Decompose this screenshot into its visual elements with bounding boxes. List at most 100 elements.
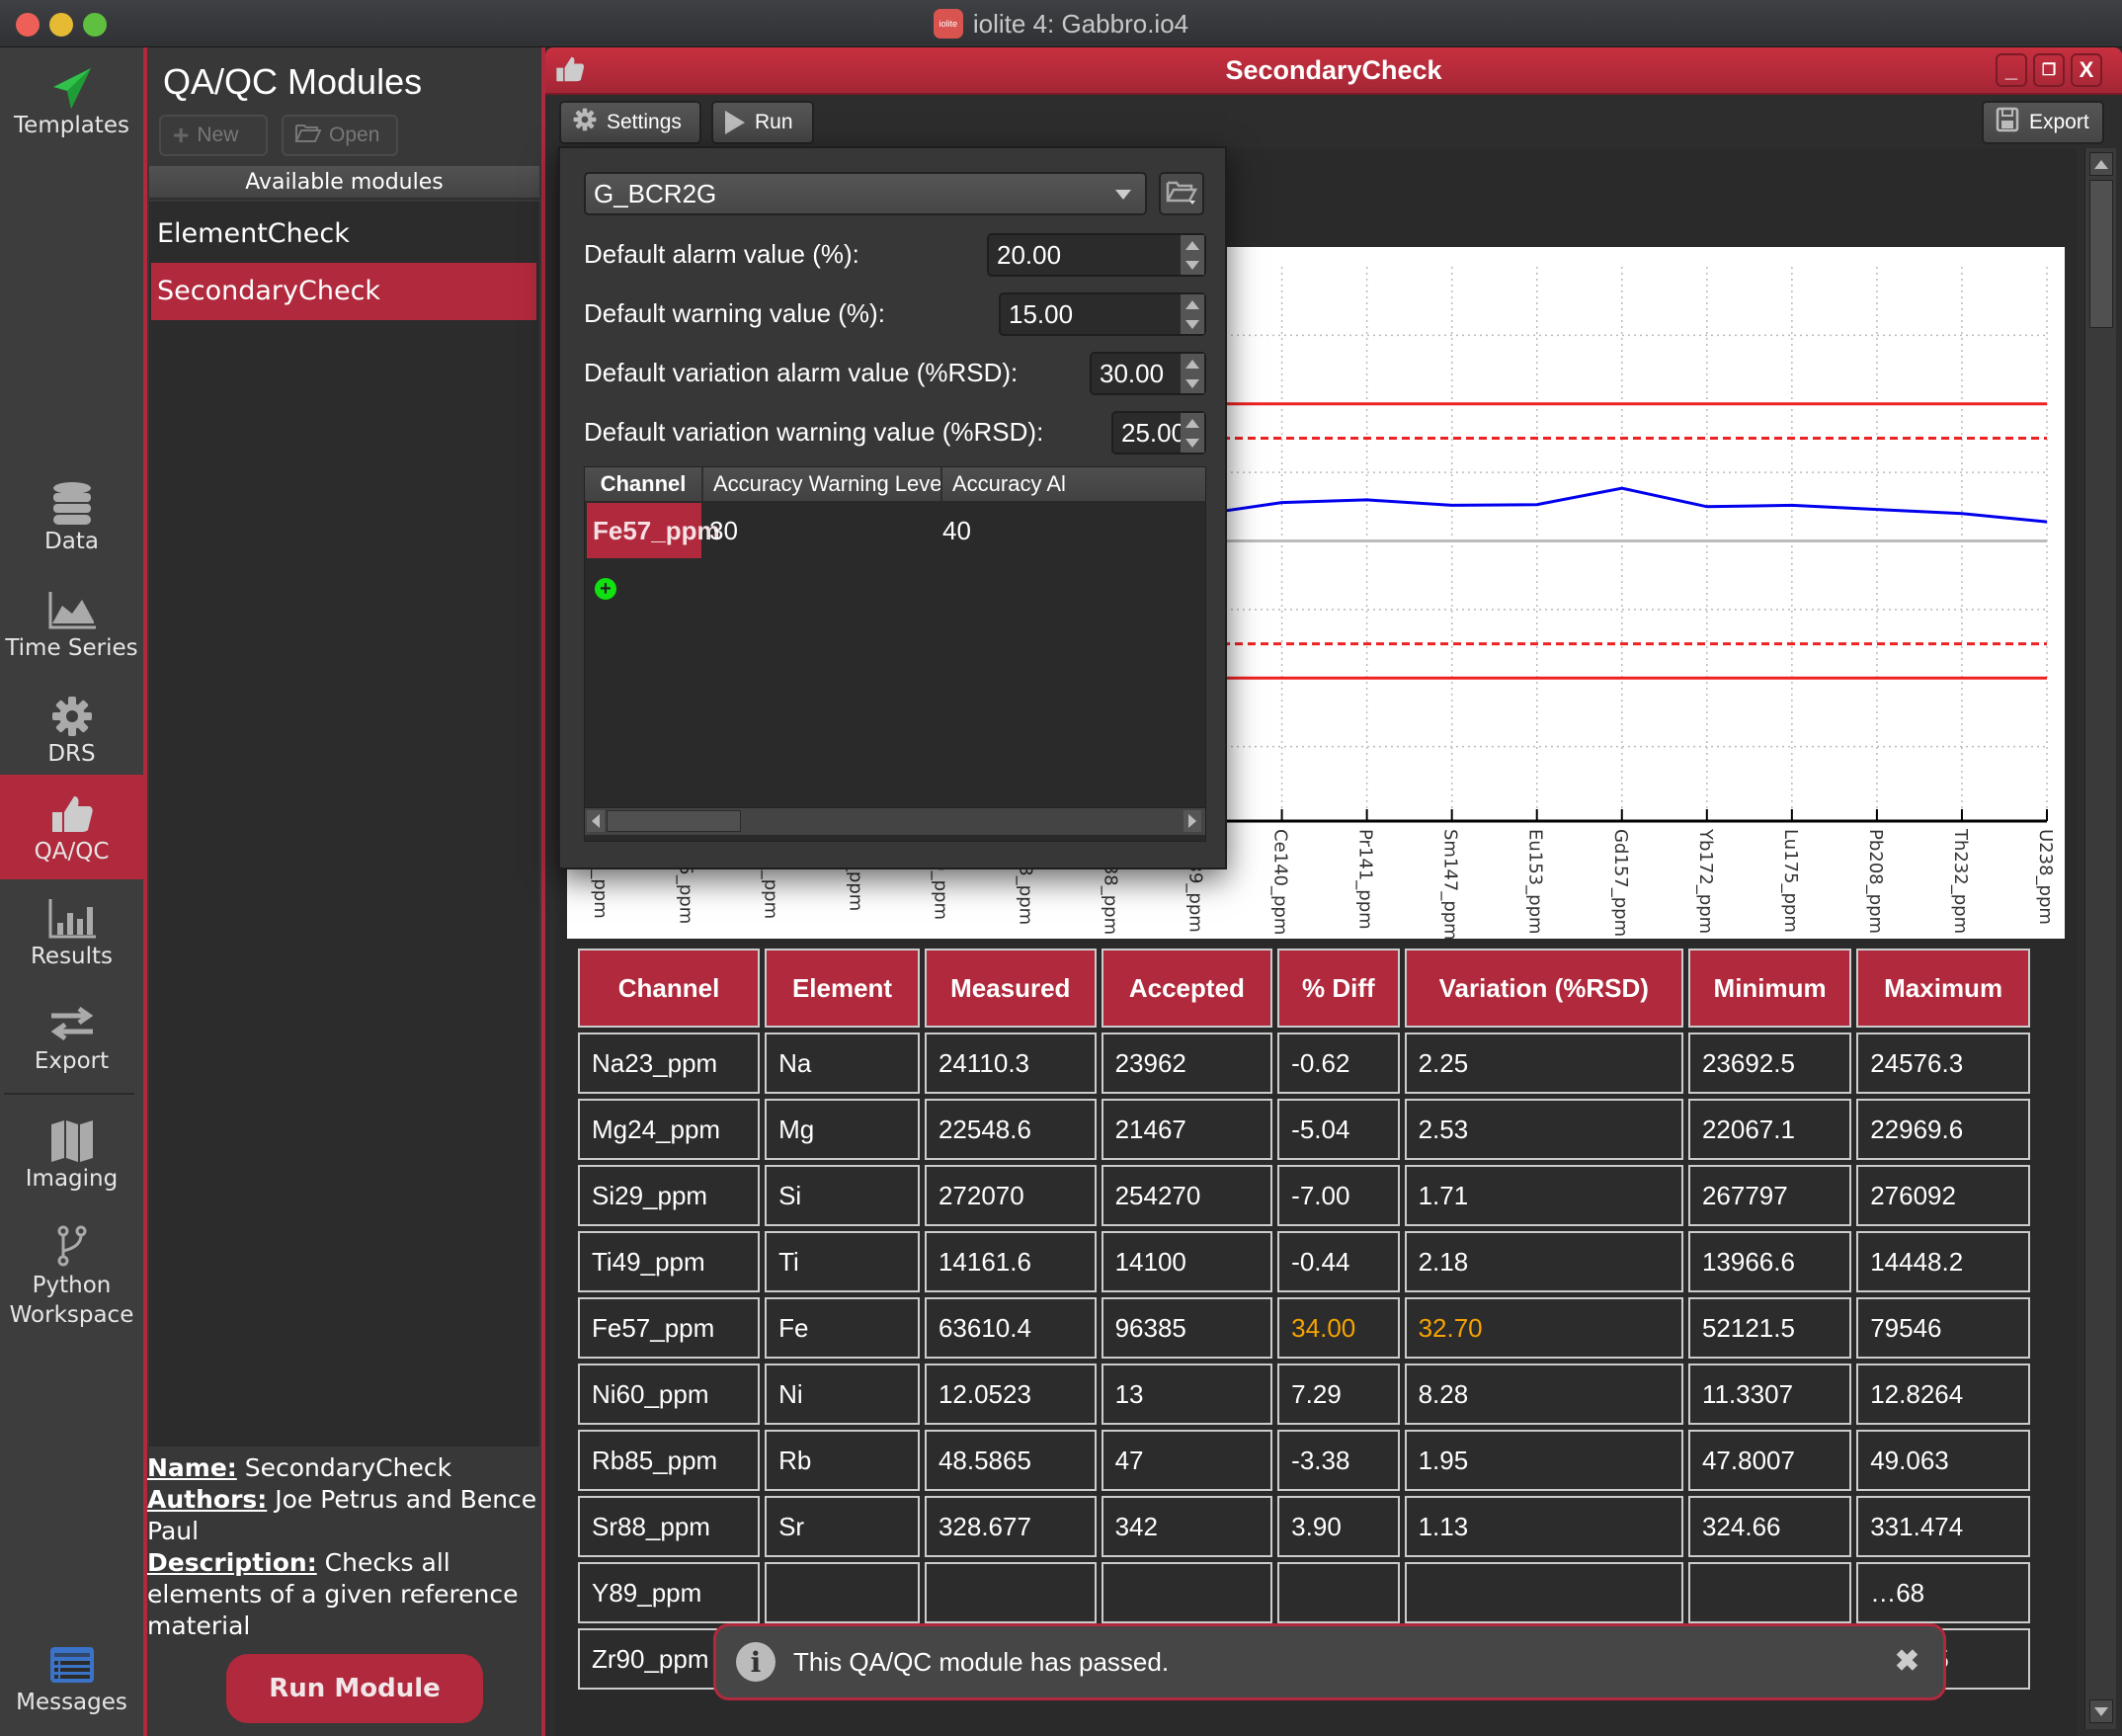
- col-header-warning-level[interactable]: Accuracy Warning Level (%): [703, 467, 942, 501]
- table-row[interactable]: Sr88_ppm Sr 328.677 342 3.90 1.13 324.66 331.47…: [578, 1496, 2030, 1557]
- x-tick-label: Gd157_ppm: [1610, 829, 1631, 937]
- col-header-channel[interactable]: Channel: [578, 949, 761, 1028]
- arrow-down-icon: [2094, 1706, 2108, 1716]
- col-header-minimum[interactable]: Minimum: [1687, 949, 1852, 1028]
- table-row[interactable]: Na23_ppm Na 24110.3 23962 -0.62 2.25 23692.5 24…: [578, 1033, 2030, 1094]
- cell-measured: [924, 1562, 1097, 1623]
- folder-open-icon: [295, 123, 322, 148]
- cell-measured: 48.5865: [924, 1430, 1097, 1491]
- spin-arrows[interactable]: [1181, 354, 1204, 393]
- run-module-button[interactable]: Run Module: [226, 1654, 483, 1723]
- cell--diff: 3.90: [1277, 1496, 1400, 1557]
- default-warning-spinbox[interactable]: 15.00: [999, 292, 1206, 336]
- nav-time-series[interactable]: Time Series: [0, 571, 143, 676]
- default-warning-row: Default warning value (%): 15.00: [584, 292, 1206, 338]
- nav-export[interactable]: Export: [0, 984, 143, 1089]
- name-label: Name:: [147, 1453, 237, 1482]
- cell-measured: 272070: [924, 1165, 1097, 1226]
- spin-arrows[interactable]: [1181, 294, 1204, 334]
- cell-variation-rsd: 2.18: [1404, 1231, 1683, 1292]
- col-header-channel[interactable]: Channel: [585, 467, 703, 501]
- nav-messages[interactable]: Messages: [0, 1618, 143, 1736]
- minimize-button[interactable]: _: [1996, 53, 2027, 87]
- scroll-thumb[interactable]: [607, 810, 741, 832]
- spin-arrows[interactable]: [1181, 235, 1204, 275]
- cell-element: Si: [765, 1165, 920, 1226]
- spin-value: 20.00: [997, 240, 1062, 270]
- table-row[interactable]: Ti49_ppm Ti 14161.6 14100 -0.44 2.18 13966.6 14…: [578, 1231, 2030, 1292]
- nav-data[interactable]: Data: [0, 462, 143, 571]
- module-item-secondarycheck[interactable]: SecondaryCheck: [151, 263, 536, 320]
- cell--diff: -0.44: [1277, 1231, 1400, 1292]
- cell-channel: Na23_ppm: [578, 1033, 761, 1094]
- thumbs-up-icon: [50, 789, 94, 839]
- x-tick-label: Pb208_ppm: [1865, 829, 1886, 934]
- table-row[interactable]: Rb85_ppm Rb 48.5865 47 -3.38 1.95 47.8007 49.06…: [578, 1430, 2030, 1491]
- table-row[interactable]: Fe57_ppm Fe 63610.4 96385 34.00 32.70 52121.5 7…: [578, 1297, 2030, 1359]
- map-icon: [49, 1116, 95, 1166]
- module-name-line: Name: SecondaryCheck: [147, 1452, 542, 1484]
- cell-element: Mg: [765, 1099, 920, 1160]
- default-alarm-spinbox[interactable]: 20.00: [987, 233, 1206, 277]
- close-icon: X: [2079, 57, 2094, 82]
- arrow-up-icon: [2094, 159, 2108, 169]
- run-button[interactable]: Run: [711, 101, 814, 144]
- nav-qaqc[interactable]: QA/QC: [0, 775, 143, 879]
- horizontal-scrollbar[interactable]: [585, 807, 1205, 835]
- app-titlebar: iolite iolite 4: Gabbro.io4: [0, 0, 2122, 47]
- cell-minimum: 324.66: [1687, 1496, 1852, 1557]
- arrow-down-icon: [1185, 378, 1199, 388]
- scroll-right-button[interactable]: [1183, 810, 1201, 832]
- scroll-up-button[interactable]: [2089, 152, 2113, 176]
- x-tick-label: Th232_ppm: [1950, 828, 1971, 934]
- spin-arrows[interactable]: [1181, 413, 1204, 453]
- cell-measured: 328.677: [924, 1496, 1097, 1557]
- close-toast-button[interactable]: ✖: [1895, 1644, 1919, 1679]
- settings-popup: G_BCR2G Default alarm value (%): 20.00 D…: [558, 146, 1227, 869]
- col-header-alarm-level[interactable]: Accuracy Al: [942, 467, 1205, 501]
- table-row[interactable]: Mg24_ppm Mg 22548.6 21467 -5.04 2.53 22067.1 22…: [578, 1099, 2030, 1160]
- open-reference-button[interactable]: [1159, 172, 1204, 215]
- nav-drs[interactable]: DRS: [0, 676, 143, 783]
- nav-label: QA/QC: [34, 839, 110, 865]
- col-header-accepted[interactable]: Accepted: [1101, 949, 1273, 1028]
- add-channel-button[interactable]: +: [595, 578, 616, 600]
- variation-alarm-spinbox[interactable]: 30.00: [1090, 352, 1206, 395]
- export-button[interactable]: Export: [1982, 101, 2104, 144]
- cell-variation-rsd: 2.25: [1404, 1033, 1683, 1094]
- nav-imaging[interactable]: Imaging: [0, 1097, 143, 1211]
- table-row[interactable]: Y89_ppm …68: [578, 1562, 2030, 1623]
- scroll-thumb[interactable]: [2089, 180, 2113, 328]
- new-module-button[interactable]: + New: [159, 115, 268, 156]
- module-item-elementcheck[interactable]: ElementCheck: [151, 206, 536, 263]
- open-module-button[interactable]: Open: [282, 115, 398, 156]
- nav-results[interactable]: Results: [0, 879, 143, 984]
- col-header-maximum[interactable]: Maximum: [1856, 949, 2030, 1028]
- table-row[interactable]: Si29_ppm Si 272070 254270 -7.00 1.71 267797 276…: [578, 1165, 2030, 1226]
- col-header-variation-rsd[interactable]: Variation (%RSD): [1404, 949, 1683, 1028]
- channel-cell[interactable]: Fe57_ppm: [587, 503, 720, 558]
- warning-level-cell[interactable]: 30: [703, 503, 942, 558]
- x-tick-label: Pr141_ppm: [1355, 829, 1376, 930]
- close-button[interactable]: X: [2071, 53, 2102, 87]
- restore-button[interactable]: ❐: [2033, 53, 2065, 87]
- vertical-scrollbar[interactable]: [2084, 148, 2116, 1729]
- alarm-level-cell[interactable]: 40: [937, 503, 1203, 558]
- settings-label: Settings: [607, 111, 682, 133]
- nav-templates[interactable]: Templates: [0, 47, 143, 154]
- col-header-element[interactable]: Element: [765, 949, 920, 1028]
- nav-python-workspace[interactable]: Python Workspace: [0, 1211, 143, 1340]
- settings-button[interactable]: Settings: [559, 101, 701, 144]
- reference-material-select[interactable]: G_BCR2G: [584, 172, 1147, 215]
- col-header--diff[interactable]: % Diff: [1277, 949, 1400, 1028]
- cell-minimum: 13966.6: [1687, 1231, 1852, 1292]
- code-branch-icon: [57, 1221, 87, 1271]
- col-header-measured[interactable]: Measured: [924, 949, 1097, 1028]
- scroll-down-button[interactable]: [2089, 1699, 2113, 1723]
- scroll-left-button[interactable]: [587, 810, 605, 832]
- default-alarm-row: Default alarm value (%): 20.00: [584, 233, 1206, 279]
- variation-warning-spinbox[interactable]: 25.00: [1111, 411, 1206, 455]
- variation-alarm-label: Default variation alarm value (%RSD):: [584, 358, 1019, 387]
- cell-minimum: 11.3307: [1687, 1364, 1852, 1425]
- table-row[interactable]: Ni60_ppm Ni 12.0523 13 7.29 8.28 11.3307 12.826…: [578, 1364, 2030, 1425]
